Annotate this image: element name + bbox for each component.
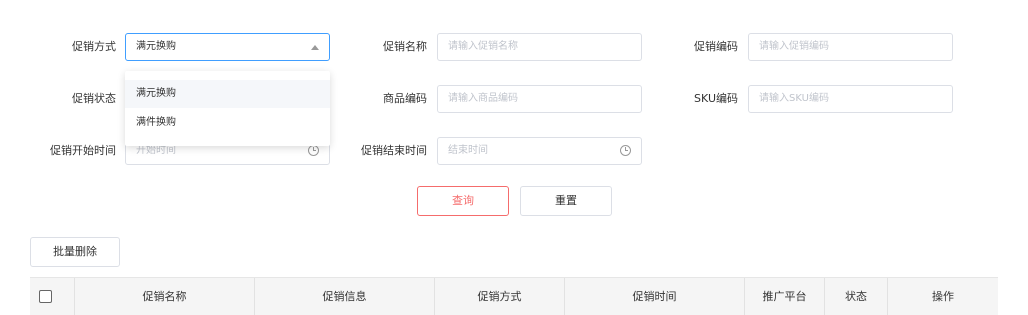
- product-code-label: 商品编码: [383, 92, 427, 105]
- promo-name-placeholder: 请输入促销名称: [448, 41, 518, 52]
- start-time-placeholder: 开始时间: [136, 145, 176, 156]
- chevron-up-icon: [311, 45, 319, 50]
- column-header: 促销方式: [435, 278, 565, 315]
- product-code-input[interactable]: 请输入商品编码: [437, 85, 642, 113]
- search-button[interactable]: 查询: [417, 186, 509, 216]
- promo-status-label: 促销状态: [72, 92, 116, 105]
- end-time-placeholder: 结束时间: [448, 145, 488, 156]
- promo-code-label: 促销编码: [694, 40, 738, 53]
- dropdown-option[interactable]: 满元换购: [125, 80, 330, 108]
- reset-button[interactable]: 重置: [520, 186, 612, 216]
- promo-name-label: 促销名称: [383, 40, 427, 53]
- promo-code-input[interactable]: 请输入促销编码: [748, 33, 953, 61]
- select-all-checkbox[interactable]: [39, 290, 52, 303]
- column-header: 推广平台: [745, 278, 825, 315]
- promo-type-value: 满元换购: [136, 41, 176, 52]
- promo-code-placeholder: 请输入促销编码: [759, 41, 829, 52]
- select-all-cell: [30, 278, 75, 315]
- end-time-label: 促销结束时间: [361, 144, 427, 157]
- clock-icon: [308, 145, 319, 156]
- sku-code-placeholder: 请输入SKU编码: [759, 93, 829, 104]
- column-header: 状态: [825, 278, 888, 315]
- end-time-picker[interactable]: 结束时间: [437, 137, 642, 165]
- table-header: 促销名称 促销信息 促销方式 促销时间 推广平台 状态 操作: [30, 277, 998, 315]
- promo-type-select[interactable]: 满元换购: [125, 33, 330, 61]
- dropdown-option[interactable]: 满件换购: [125, 109, 330, 137]
- batch-delete-button[interactable]: 批量删除: [30, 237, 120, 267]
- column-header: 促销信息: [255, 278, 435, 315]
- start-time-label: 促销开始时间: [50, 144, 116, 157]
- promo-name-input[interactable]: 请输入促销名称: [437, 33, 642, 61]
- product-code-placeholder: 请输入商品编码: [448, 93, 518, 104]
- column-header: 促销名称: [75, 278, 255, 315]
- column-header: 促销时间: [565, 278, 745, 315]
- sku-code-label: SKU编码: [694, 92, 738, 105]
- column-header: 操作: [932, 290, 954, 303]
- clock-icon: [620, 145, 631, 156]
- sku-code-input[interactable]: 请输入SKU编码: [748, 85, 953, 113]
- promo-type-label: 促销方式: [72, 40, 116, 53]
- promo-type-dropdown: 满元换购 满件换购: [125, 71, 330, 146]
